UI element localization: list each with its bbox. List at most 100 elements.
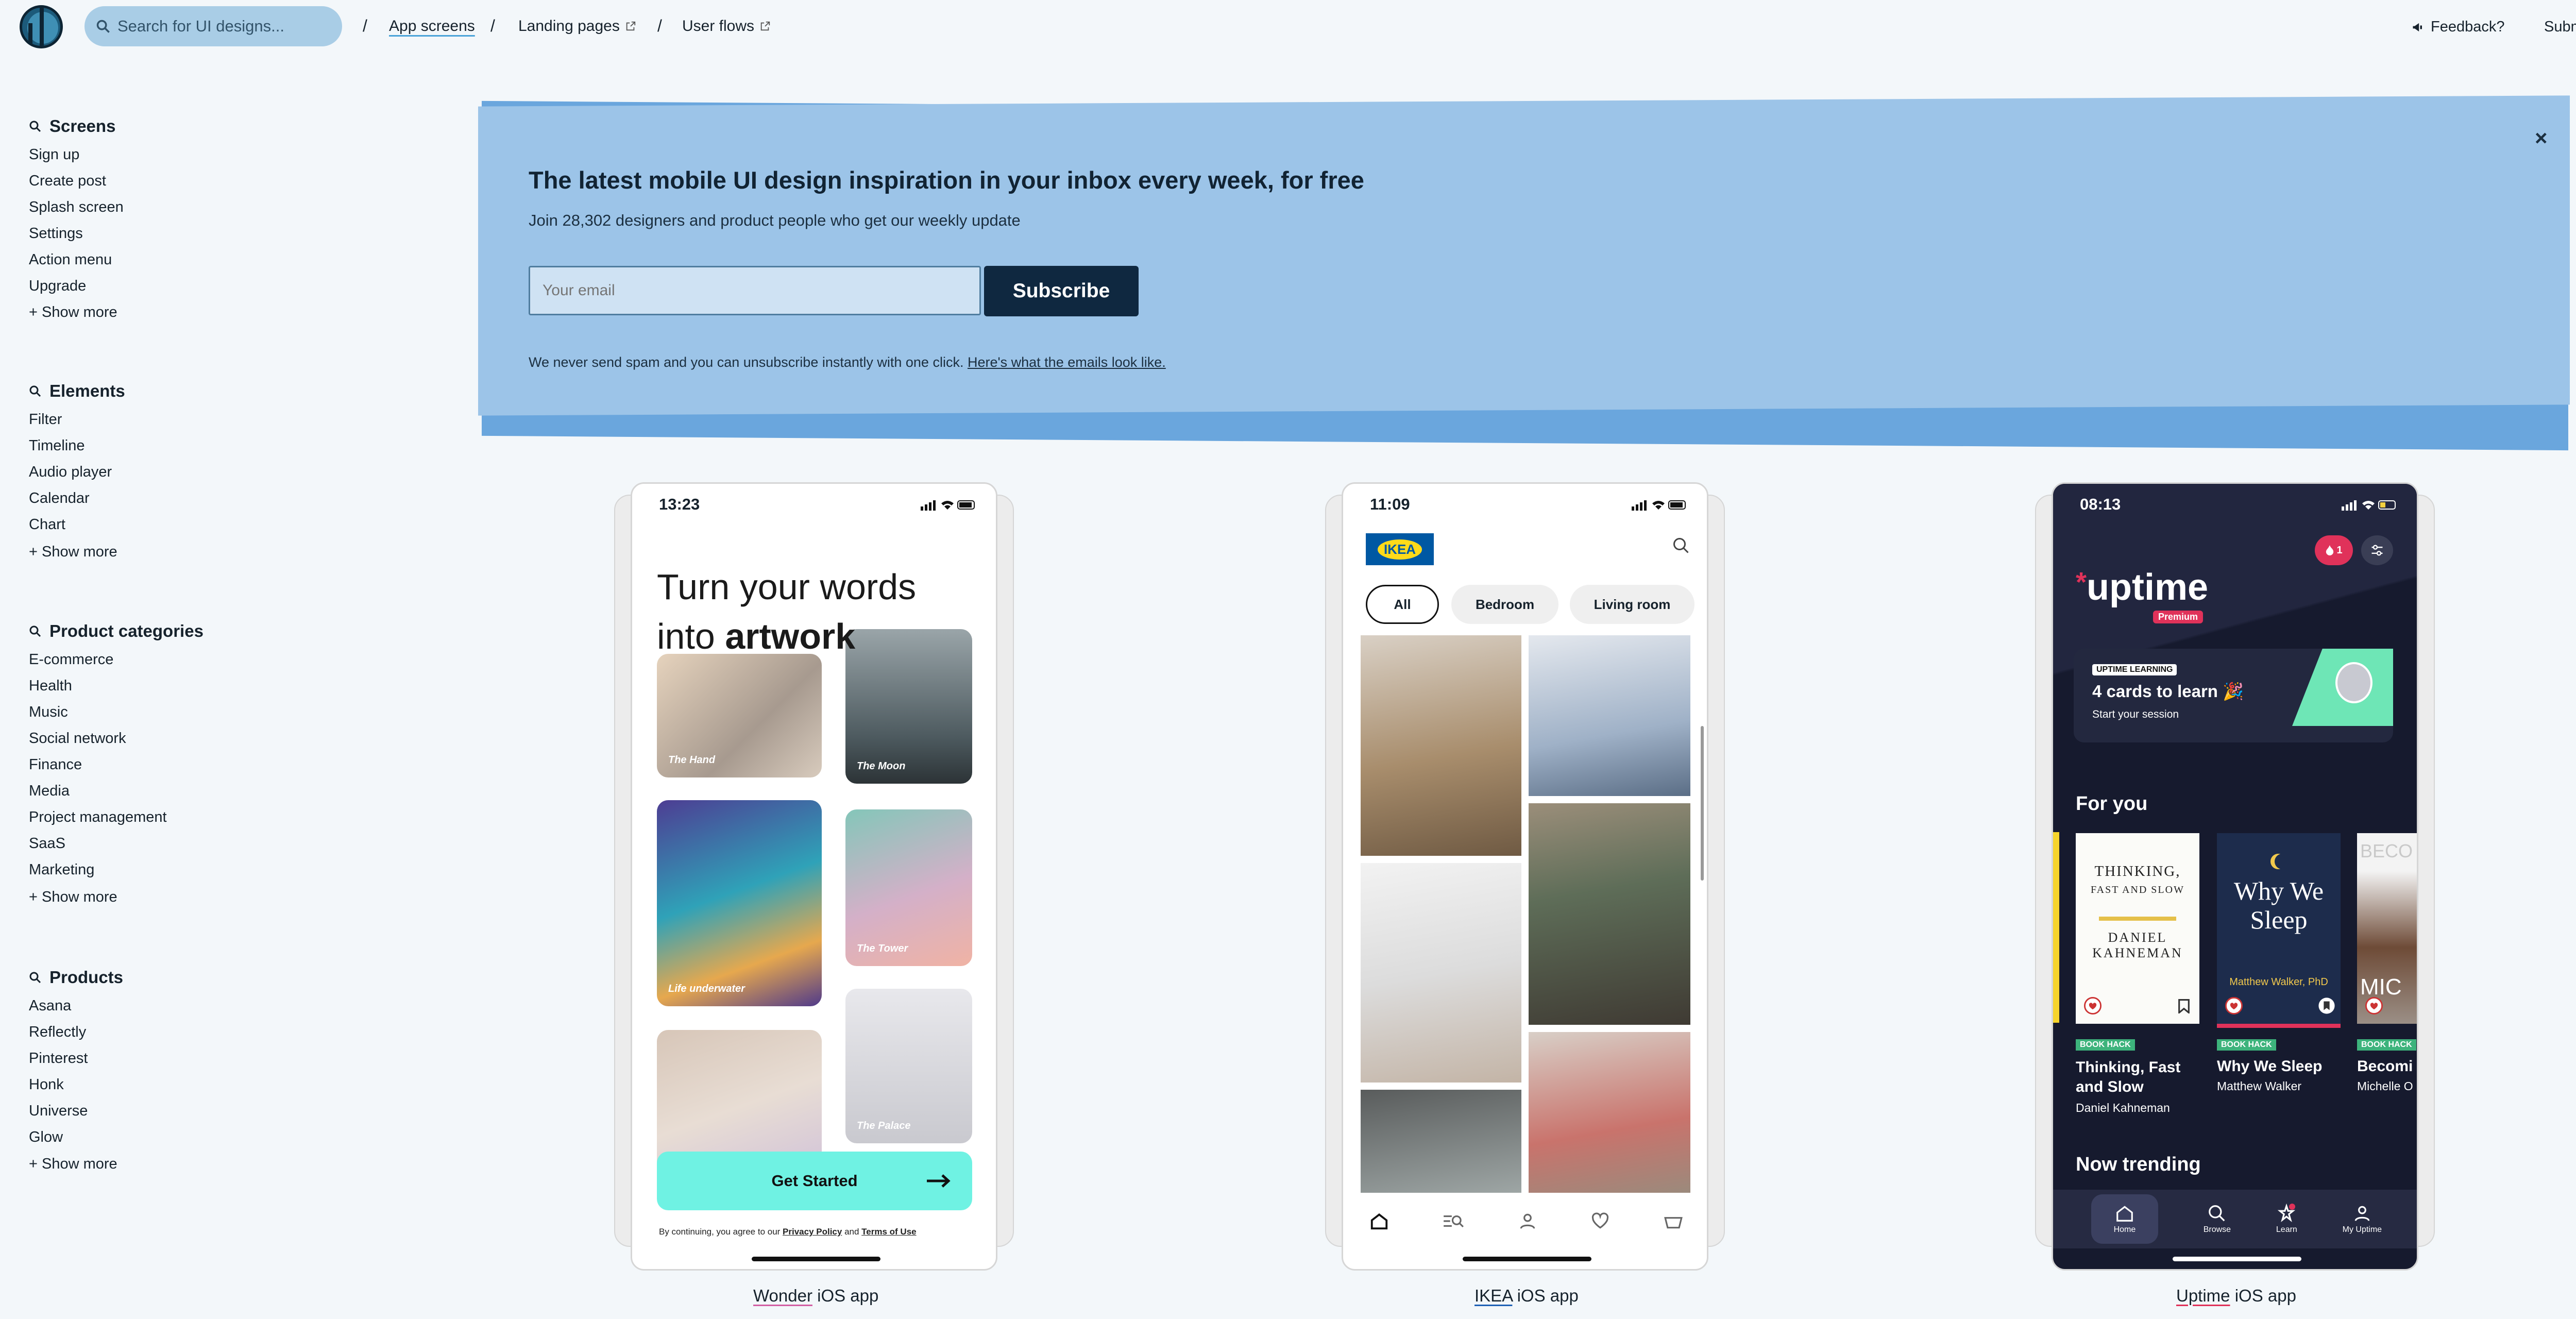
artwork-tile[interactable]: Life underwater [657,800,822,1006]
get-started-button[interactable]: Get Started [657,1152,972,1210]
tab-browse[interactable]: Browse [2204,1204,2231,1235]
sidebar-item[interactable]: Asana [29,997,71,1014]
book-title[interactable]: Why We Sleep [2217,1058,2323,1075]
sidebar-item[interactable]: Timeline [29,437,85,454]
app-name[interactable]: Uptime [2176,1286,2230,1305]
book-cover-subtitle: Sleep [2250,905,2308,934]
product-photo[interactable] [1529,803,1690,1025]
tab-app-screens[interactable]: App screens [389,18,475,35]
book-cover[interactable]: Why We Sleep Matthew Walker, PhD [2217,833,2341,1028]
app-caption-wonder[interactable]: Wonder iOS app [753,1286,878,1306]
sidebar-item[interactable]: Music [29,704,68,721]
product-photo[interactable] [1529,1032,1690,1193]
sidebar-item[interactable]: Honk [29,1076,64,1093]
profile-icon[interactable] [1518,1211,1537,1231]
sidebar-section-categories[interactable]: Product categories [29,621,204,641]
sample-email-link[interactable]: Here's what the emails look like. [968,354,1166,370]
sidebar-item[interactable]: Finance [29,756,82,773]
book-title[interactable]: Thinking, Fast and Slow [2076,1058,2199,1097]
product-photo[interactable] [1529,635,1690,796]
sidebar-item[interactable]: Pinterest [29,1050,88,1067]
close-icon[interactable]: × [2535,126,2548,150]
cart-icon[interactable] [1663,1211,1684,1231]
sidebar-item[interactable]: Upgrade [29,278,86,295]
sidebar-item[interactable]: E-commerce [29,651,113,668]
search-input[interactable]: Search for UI designs... [84,6,342,46]
sidebar-item[interactable]: Reflectly [29,1024,86,1041]
book-cover[interactable]: BECO MIC [2357,833,2417,1024]
sidebar-item[interactable]: Create post [29,173,106,190]
ikea-logo[interactable]: IKEA [1366,533,1434,565]
sidebar-item[interactable]: Social network [29,730,126,747]
tab-landing-pages[interactable]: Landing pages [518,18,636,35]
search-icon[interactable] [1672,536,1690,555]
sidebar-item[interactable]: Chart [29,516,65,533]
tab-user-flows[interactable]: User flows [682,18,771,35]
show-more-button[interactable]: + Show more [29,889,117,906]
tab-my-uptime[interactable]: My Uptime [2343,1204,2382,1235]
sidebar-item[interactable]: Calendar [29,490,90,507]
sidebar-item[interactable]: Audio player [29,464,112,481]
artwork-tile[interactable]: The Tower [845,809,972,966]
bookmark-icon[interactable] [2178,999,2190,1013]
submit-button[interactable]: Submit [2544,19,2576,36]
app-name[interactable]: IKEA [1475,1286,1512,1305]
browse-icon[interactable] [1442,1211,1465,1231]
artwork-tile[interactable]: The Palace [845,989,972,1143]
learning-card[interactable]: UPTIME LEARNING 4 cards to learn 🎉 Start… [2074,649,2393,742]
app-caption-uptime[interactable]: Uptime iOS app [2176,1286,2296,1306]
uptime-screen[interactable]: 08:13 1 *uptime Premium UPTIME LEARNING … [2052,482,2418,1271]
heart-icon[interactable] [2084,997,2102,1014]
book-title[interactable]: Becomi [2357,1058,2413,1075]
tab-home[interactable]: Home [2091,1194,2158,1244]
tab-learn[interactable]: Learn [2276,1204,2297,1235]
show-more-button[interactable]: + Show more [29,544,117,561]
sidebar-item[interactable]: Splash screen [29,199,124,216]
home-icon[interactable] [1369,1211,1389,1231]
sidebar-item[interactable]: Sign up [29,146,79,163]
settings-button[interactable] [2361,535,2393,565]
heart-icon[interactable] [2365,997,2383,1014]
show-more-button[interactable]: + Show more [29,304,117,321]
book-cover-title: Why We [2233,876,2324,905]
chip-bedroom[interactable]: Bedroom [1451,585,1558,624]
sidebar-item[interactable]: Project management [29,809,167,826]
product-photo[interactable] [1361,635,1521,856]
sidebar-item[interactable]: Media [29,783,70,800]
ikea-screen[interactable]: 11:09 IKEA All Bedroom Living room [1342,482,1708,1271]
email-field[interactable] [529,266,981,315]
terms-link[interactable]: Terms of Use [861,1227,916,1237]
heart-icon[interactable] [2225,997,2243,1014]
show-more-button[interactable]: + Show more [29,1156,117,1173]
headline-line-1: Turn your words [657,567,917,607]
chip-living-room[interactable]: Living room [1570,585,1694,624]
book-cover[interactable]: THINKING, FAST AND SLOW DANIEL KAHNEMAN [2076,833,2199,1024]
sidebar-section-products[interactable]: Products [29,968,123,987]
sidebar-item[interactable]: Universe [29,1103,88,1120]
sidebar-item[interactable]: Health [29,678,72,695]
subscribe-button[interactable]: Subscribe [984,266,1139,316]
legal-and: and [842,1227,862,1237]
sidebar-item[interactable]: Marketing [29,861,94,878]
logo[interactable] [20,5,63,48]
sidebar-item[interactable]: SaaS [29,835,65,852]
feedback-button[interactable]: Feedback? [2411,19,2505,36]
app-caption-ikea[interactable]: IKEA iOS app [1475,1286,1579,1306]
sidebar-section-screens[interactable]: Screens [29,116,115,136]
privacy-link[interactable]: Privacy Policy [783,1227,842,1237]
chip-all[interactable]: All [1366,585,1439,624]
sidebar-item[interactable]: Filter [29,411,62,428]
product-photo[interactable] [1361,863,1521,1083]
sidebar-section-elements[interactable]: Elements [29,381,125,401]
bookmark-icon[interactable] [2318,997,2335,1014]
scrollbar[interactable] [1701,726,1704,881]
sidebar-item[interactable]: Glow [29,1129,63,1146]
sidebar-item[interactable]: Action menu [29,251,112,268]
wonder-screen[interactable]: 13:23 Turn your words into artwork The H… [631,482,997,1271]
streak-badge[interactable]: 1 [2315,535,2353,565]
sidebar-item[interactable]: Settings [29,225,83,242]
app-name[interactable]: Wonder [753,1286,812,1305]
product-photo[interactable] [1361,1090,1521,1193]
artwork-tile[interactable]: The Hand [657,654,822,777]
heart-icon[interactable] [1590,1211,1610,1231]
